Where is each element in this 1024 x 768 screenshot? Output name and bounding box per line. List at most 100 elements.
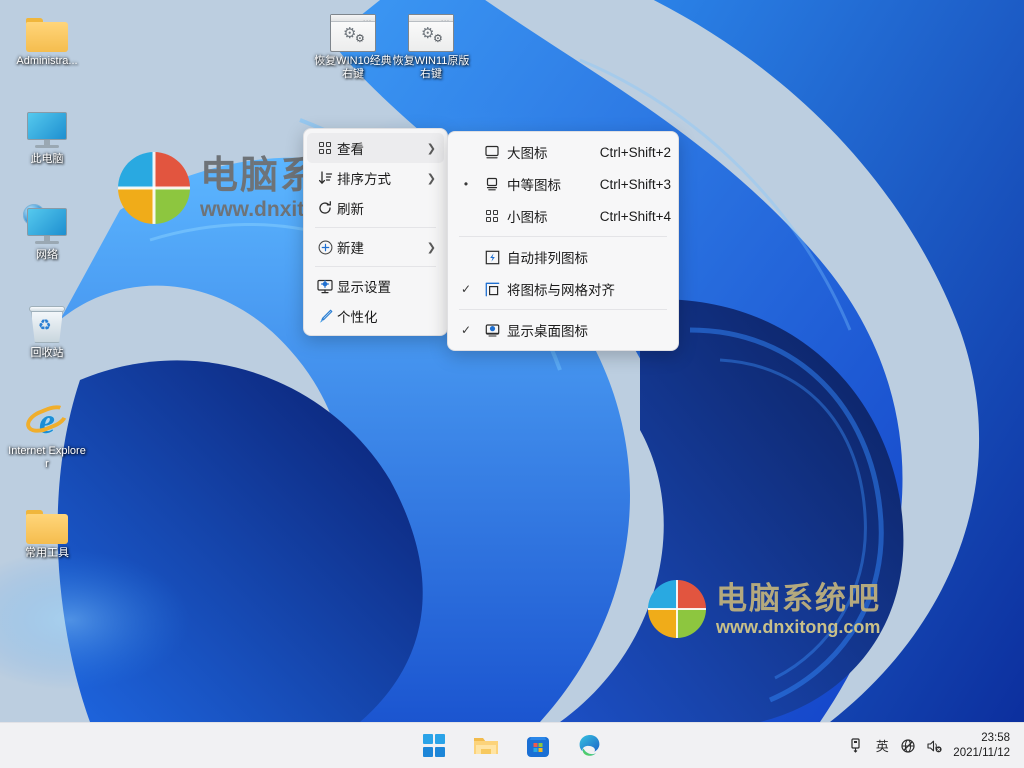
- view-submenu-item-label: 小图标: [507, 206, 600, 226]
- desktop-icon-restore-win10-classic-menu[interactable]: ...⚙⚙ 恢复WIN10经典右键: [314, 6, 392, 81]
- display-settings-icon: [313, 278, 337, 295]
- desktop-icon-network[interactable]: 网络: [8, 200, 86, 262]
- view-submenu-item-4[interactable]: ✓ 将图标与网格对齐: [451, 273, 675, 305]
- microsoft-edge-button[interactable]: [573, 729, 607, 763]
- context-menu-item-1[interactable]: 排序方式❯: [307, 163, 444, 193]
- folder-icon: [26, 18, 68, 52]
- context-menu-item-label: 个性化: [337, 306, 438, 326]
- context-menu-item-0[interactable]: 查看❯: [307, 133, 444, 163]
- view-submenu-item-2[interactable]: 小图标Ctrl+Shift+4: [451, 200, 675, 232]
- view-submenu-item-5[interactable]: ✓ 显示桌面图标: [451, 314, 675, 346]
- desktop-icon-recycle-bin[interactable]: ♻ 回收站: [8, 298, 86, 360]
- check-or-radio-mark: ✓: [455, 282, 477, 296]
- desktop-icon-label: 恢复WIN11原版右键: [392, 55, 470, 81]
- refresh-icon: [317, 200, 333, 216]
- desktop-icon-restore-win11-default-menu[interactable]: ...⚙⚙ 恢复WIN11原版右键: [392, 6, 470, 81]
- wallpaper-bloom-art: [0, 0, 1024, 722]
- context-menu-item-3[interactable]: 新建❯: [307, 232, 444, 262]
- system-tray[interactable]: 英 23:58 2021/11/12: [843, 723, 1018, 768]
- check-or-radio-mark: •: [455, 177, 477, 191]
- chevron-right-icon: ❯: [427, 142, 438, 155]
- view-submenu-item-3[interactable]: 自动排列图标: [451, 241, 675, 273]
- icon-glyph: [8, 498, 86, 544]
- desktop-icon-internet-explorer[interactable]: e Internet Explorer: [8, 396, 86, 471]
- icon-glyph: ...⚙⚙: [314, 6, 392, 52]
- desktop-icon-label: 回收站: [8, 347, 86, 360]
- desktop-icon-this-pc[interactable]: 此电脑: [8, 104, 86, 166]
- auto-arrange-icon: [477, 249, 507, 266]
- usb-glyph: [849, 738, 863, 754]
- desktop-icon-label: Internet Explorer: [8, 445, 86, 471]
- small-icons-icon: [486, 210, 498, 222]
- file-explorer-button[interactable]: [469, 729, 503, 763]
- network-offline-icon[interactable]: [895, 729, 921, 763]
- start-button[interactable]: [417, 729, 451, 763]
- context-menu-item-label: 排序方式: [337, 168, 427, 188]
- show-desktop-icons-icon: [484, 322, 501, 338]
- volume-muted-icon[interactable]: [921, 729, 947, 763]
- taskbar[interactable]: 英 23:58 2021/11/12: [0, 722, 1024, 768]
- refresh-icon: [313, 200, 337, 216]
- windows-logo-icon: [423, 734, 446, 757]
- desktop-wallpaper[interactable]: [0, 0, 1024, 722]
- chevron-right-icon: ❯: [427, 241, 438, 254]
- plus-circle-icon: [313, 239, 337, 256]
- view-grid-icon: [313, 142, 337, 154]
- small-icons-icon: [477, 210, 507, 222]
- file-explorer-icon: [472, 734, 500, 758]
- menu-separator: [459, 236, 667, 237]
- sort-icon: [313, 170, 337, 186]
- context-menu-item-4[interactable]: 显示设置: [307, 271, 444, 301]
- registry-script-icon: ...⚙⚙: [408, 14, 454, 52]
- sort-icon: [317, 170, 333, 186]
- personalize-brush-icon: [317, 308, 334, 325]
- context-menu-item-label: 查看: [337, 138, 427, 158]
- align-grid-icon: [477, 281, 507, 298]
- keyboard-shortcut: Ctrl+Shift+4: [600, 209, 671, 224]
- speaker-mute-glyph: [926, 738, 943, 754]
- microsoft-store-button[interactable]: [521, 729, 555, 763]
- computer-monitor-icon: [25, 112, 69, 150]
- context-menu-item-2[interactable]: 刷新: [307, 193, 444, 223]
- clock[interactable]: 23:58 2021/11/12: [947, 731, 1018, 761]
- desktop-context-menu[interactable]: 查看❯排序方式❯刷新新建❯显示设置个性化: [303, 128, 448, 336]
- ime-indicator[interactable]: 英: [869, 729, 895, 763]
- folder-icon: [26, 510, 68, 544]
- context-menu-item-5[interactable]: 个性化: [307, 301, 444, 331]
- internet-explorer-icon: e: [25, 400, 69, 442]
- icon-glyph: e: [8, 396, 86, 442]
- view-submenu-item-label: 将图标与网格对齐: [507, 279, 671, 299]
- safely-remove-usb-icon[interactable]: [843, 729, 869, 763]
- view-submenu-item-label: 显示桌面图标: [507, 320, 671, 340]
- view-submenu-item-label: 自动排列图标: [507, 247, 671, 267]
- desktop-icon-label: 网络: [8, 249, 86, 262]
- desktop-icon-label: Administra...: [8, 55, 86, 68]
- desktop-icon-common-tools-folder[interactable]: 常用工具: [8, 498, 86, 560]
- recycle-bin-icon: ♻: [29, 306, 65, 344]
- desktop-icon-label: 恢复WIN10经典右键: [314, 55, 392, 81]
- view-submenu-item-label: 大图标: [507, 142, 600, 162]
- desktop-icon-administrator-folder[interactable]: Administra...: [8, 6, 86, 68]
- context-menu-item-label: 新建: [337, 237, 427, 257]
- view-grid-icon: [319, 142, 331, 154]
- medium-icon: [477, 177, 507, 192]
- icon-glyph: [8, 104, 86, 150]
- show-desktop-icons-icon: [477, 322, 507, 338]
- display-settings-icon: [316, 278, 334, 295]
- icon-glyph: ...⚙⚙: [392, 6, 470, 52]
- network-monitor-icon: [25, 208, 69, 246]
- view-submenu-item-1[interactable]: •中等图标Ctrl+Shift+3: [451, 168, 675, 200]
- check-or-radio-mark: ✓: [455, 323, 477, 337]
- align-grid-icon: [484, 281, 501, 298]
- keyboard-shortcut: Ctrl+Shift+2: [600, 145, 671, 160]
- large-icon: [484, 145, 500, 160]
- clock-time: 23:58: [953, 731, 1010, 746]
- menu-separator: [315, 266, 436, 267]
- view-submenu-item-0[interactable]: 大图标Ctrl+Shift+2: [451, 136, 675, 168]
- registry-script-icon: ...⚙⚙: [330, 14, 376, 52]
- view-submenu[interactable]: 大图标Ctrl+Shift+2•中等图标Ctrl+Shift+3小图标Ctrl+…: [447, 131, 679, 351]
- context-menu-item-label: 显示设置: [337, 276, 438, 296]
- plus-circle-icon: [317, 239, 334, 256]
- menu-separator: [315, 227, 436, 228]
- medium-icon: [484, 177, 500, 192]
